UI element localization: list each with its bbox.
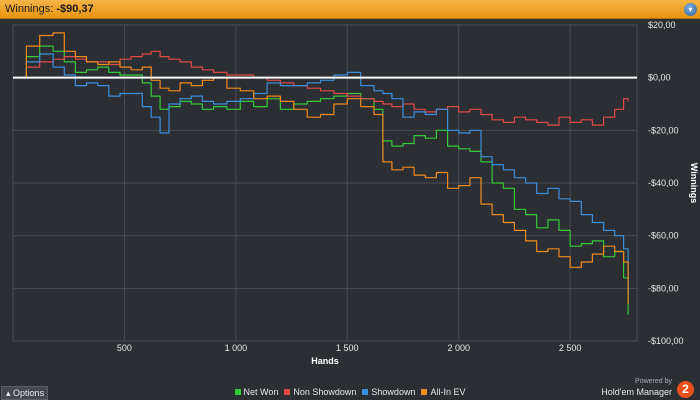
- series-line-net-won: [13, 45, 629, 315]
- options-label: Options: [13, 388, 45, 398]
- legend-label: All-In EV: [430, 387, 466, 397]
- x-tick-label: 2 500: [559, 343, 582, 353]
- legend-label: Showdown: [371, 387, 416, 397]
- y-tick-label: -$60,00: [648, 231, 679, 241]
- legend-swatch: [362, 389, 369, 395]
- caret-up-icon: ▴: [6, 388, 11, 398]
- title-bar: Winnings: -$90,37 ▾: [0, 0, 700, 19]
- y-tick-label: -$100,00: [648, 336, 684, 346]
- hem2-logo-icon: 2: [677, 381, 694, 398]
- legend-swatch: [284, 389, 291, 395]
- window-title: Winnings: -$90,37: [5, 3, 94, 15]
- legend-label: Non Showdown: [293, 387, 357, 397]
- y-tick-label: -$40,00: [648, 178, 679, 188]
- x-tick-label: 2 000: [447, 343, 470, 353]
- legend-item[interactable]: Non Showdown: [284, 387, 356, 397]
- x-tick-label: 1 500: [336, 343, 359, 353]
- legend-swatch: [421, 389, 428, 395]
- y-axis-title: Winnings: [689, 163, 699, 203]
- legend-item[interactable]: Showdown: [362, 387, 415, 397]
- branding: Powered by Hold'em Manager 2: [576, 378, 696, 400]
- y-tick-label: -$20,00: [648, 125, 679, 135]
- options-button[interactable]: ▴ Options: [1, 386, 48, 400]
- y-tick-label: -$80,00: [648, 283, 679, 293]
- product-name: Hold'em Manager: [601, 387, 672, 397]
- x-tick-label: 1 000: [225, 343, 248, 353]
- y-tick-label: $20,00: [648, 20, 676, 30]
- x-axis-title: Hands: [311, 356, 339, 366]
- y-tick-label: $0,00: [648, 73, 671, 83]
- winnings-chart: 500 1 000 1 500 2 000 2 500 $20,00 $0,00 -$20,0…: [0, 19, 700, 400]
- legend-item[interactable]: Net Won: [234, 387, 279, 397]
- series-line-all-in-ev: [13, 32, 629, 305]
- x-tick-label: 500: [117, 343, 132, 353]
- pin-icon[interactable]: ▾: [684, 3, 697, 16]
- legend-item[interactable]: All-In EV: [421, 387, 465, 397]
- winnings-total: -$90,37: [56, 3, 94, 15]
- title-prefix: Winnings:: [5, 3, 57, 15]
- chart-svg: 500 1 000 1 500 2 000 2 500 $20,00 $0,00 -$20,0…: [12, 20, 699, 366]
- legend-label: Net Won: [243, 387, 279, 397]
- legend-swatch: [234, 389, 241, 395]
- powered-by-text: Powered by: [635, 378, 672, 385]
